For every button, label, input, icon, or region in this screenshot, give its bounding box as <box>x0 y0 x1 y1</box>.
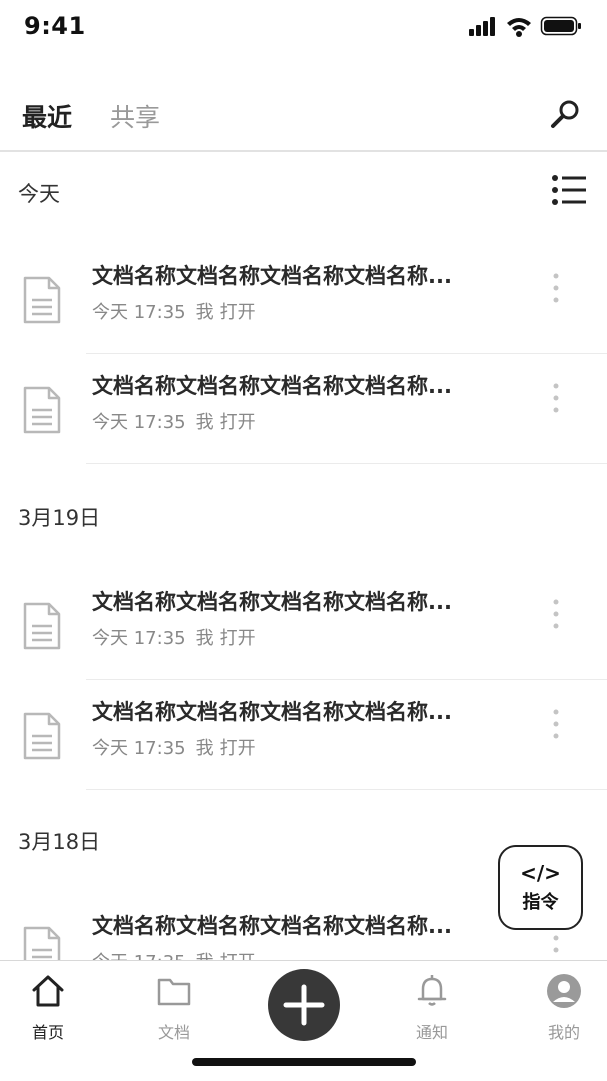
doc-time: 今天 17:35 <box>92 628 186 649</box>
nav-item-docs[interactable]: 文档 <box>134 973 214 1043</box>
header-divider <box>0 150 607 152</box>
battery-icon <box>540 16 581 36</box>
document-icon <box>23 712 61 760</box>
doc-owner: 我 <box>195 302 214 323</box>
home-indicator <box>192 1058 416 1066</box>
list-view-button[interactable] <box>550 172 588 208</box>
more-vertical-icon[interactable] <box>545 596 567 632</box>
nav-item-notify[interactable]: 通知 <box>392 973 472 1043</box>
wifi-icon <box>507 18 531 37</box>
doc-meta: 今天 17:35 我打开 <box>92 734 256 760</box>
status-time: 9:41 <box>24 12 86 40</box>
search-button[interactable] <box>548 98 582 132</box>
document-icon <box>23 386 61 434</box>
list-item[interactable]: 文档名称文档名称文档名称文档名称... 今天 17:35 我打开 <box>0 680 607 790</box>
doc-title: 文档名称文档名称文档名称文档名称... <box>92 264 452 288</box>
command-button[interactable]: </> 指令 <box>498 845 583 930</box>
doc-title: 文档名称文档名称文档名称文档名称... <box>92 374 452 398</box>
doc-meta: 今天 17:35 我打开 <box>92 408 256 434</box>
home-icon <box>32 975 64 1007</box>
command-button-label: 指令 <box>522 891 559 913</box>
doc-time: 今天 17:35 <box>92 302 186 323</box>
doc-owner: 我 <box>195 628 214 649</box>
row-divider <box>86 789 607 790</box>
doc-action: 打开 <box>219 412 256 433</box>
section-date-today: 今天 <box>18 182 60 206</box>
signal-icon <box>469 17 495 36</box>
doc-time: 今天 17:35 <box>92 412 186 433</box>
doc-action: 打开 <box>219 628 256 649</box>
section-date-mar18: 3月18日 <box>18 830 101 854</box>
nav-label-me: 我的 <box>547 1023 580 1042</box>
doc-meta: 今天 17:35 我打开 <box>92 624 256 650</box>
section-date-mar19: 3月19日 <box>18 506 101 530</box>
plus-icon <box>283 984 325 1026</box>
search-icon <box>551 100 579 128</box>
user-avatar-icon <box>547 974 581 1008</box>
nav-label-home: 首页 <box>31 1023 64 1042</box>
doc-title: 文档名称文档名称文档名称文档名称... <box>92 700 452 724</box>
add-button[interactable] <box>268 969 340 1041</box>
row-divider <box>86 463 607 464</box>
status-icons <box>469 14 581 38</box>
more-vertical-icon[interactable] <box>545 270 567 306</box>
tab-recent[interactable]: 最近 <box>22 98 72 134</box>
doc-time: 今天 17:35 <box>92 738 186 759</box>
doc-owner: 我 <box>195 738 214 759</box>
document-icon <box>23 276 61 324</box>
doc-meta: 今天 17:35 我打开 <box>92 298 256 324</box>
more-vertical-icon[interactable] <box>545 380 567 416</box>
document-icon <box>23 602 61 650</box>
doc-action: 打开 <box>219 738 256 759</box>
nav-item-home[interactable]: 首页 <box>8 973 88 1043</box>
doc-owner: 我 <box>195 412 214 433</box>
doc-title: 文档名称文档名称文档名称文档名称... <box>92 590 452 614</box>
doc-title: 文档名称文档名称文档名称文档名称... <box>92 914 452 938</box>
more-vertical-icon[interactable] <box>545 706 567 742</box>
folder-icon <box>157 978 191 1006</box>
list-view-icon <box>552 175 586 205</box>
list-item[interactable]: 文档名称文档名称文档名称文档名称... 今天 17:35 我打开 <box>0 354 607 464</box>
list-item[interactable]: 文档名称文档名称文档名称文档名称... 今天 17:35 我打开 <box>0 244 607 354</box>
tab-shared[interactable]: 共享 <box>110 98 160 134</box>
nav-label-docs: 文档 <box>157 1023 190 1042</box>
bell-icon <box>417 975 447 1006</box>
nav-label-notify: 通知 <box>415 1023 448 1042</box>
nav-item-me[interactable]: 我的 <box>524 973 604 1043</box>
code-icon: </> <box>520 860 561 885</box>
doc-action: 打开 <box>219 302 256 323</box>
list-item[interactable]: 文档名称文档名称文档名称文档名称... 今天 17:35 我打开 <box>0 570 607 680</box>
